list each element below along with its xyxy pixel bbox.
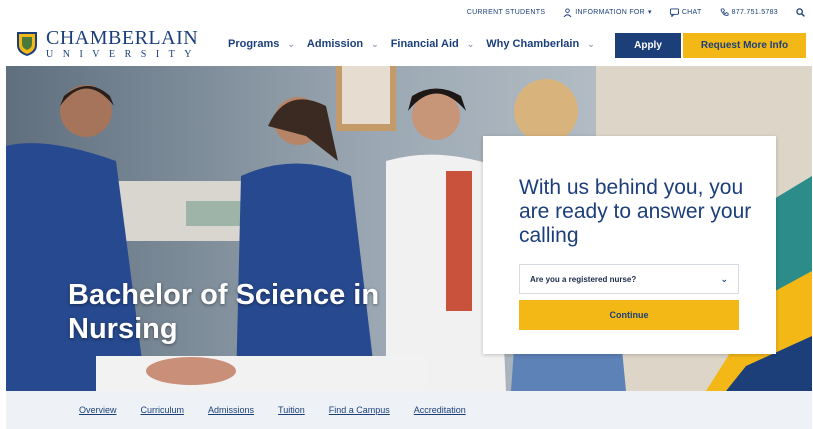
subnav-admissions[interactable]: Admissions [208,405,254,415]
search-button[interactable] [796,7,805,17]
chamberlain-logo[interactable]: CHAMBERLAIN UNIVERSITY [16,28,201,60]
chevron-down-icon: ⌄ [287,38,295,49]
program-subnav: Overview Curriculum Admissions Tuition F… [6,391,812,429]
subnav-accreditation[interactable]: Accreditation [414,405,466,415]
chat-label: CHAT [681,8,702,16]
chat-link[interactable]: CHAT [669,7,702,17]
select-value: Are you a registered nurse? [530,274,637,284]
chevron-down-icon: ⌄ [720,273,728,284]
current-students-label: CURRENT STUDENTS [466,8,546,16]
main-header: CHAMBERLAIN UNIVERSITY Programs ⌄ Admiss… [0,24,813,66]
nav-why-chamberlain-label: Why Chamberlain [486,38,580,50]
subnav-overview[interactable]: Overview [79,405,117,415]
person-icon [563,7,572,17]
registered-nurse-select[interactable]: Are you a registered nurse? ⌄ [519,264,739,294]
subnav-tuition[interactable]: Tuition [278,405,305,415]
subnav-curriculum[interactable]: Curriculum [141,405,185,415]
card-heading: With us behind you, you are ready to ans… [519,176,752,247]
search-icon [796,7,805,17]
subnav-find-a-campus[interactable]: Find a Campus [329,405,390,415]
crest-icon [17,32,37,56]
nav-programs[interactable]: Programs ⌄ [228,38,295,50]
request-more-info-button[interactable]: Request More Info [683,33,806,58]
logo-name: CHAMBERLAIN [46,27,199,49]
nav-why-chamberlain[interactable]: Why Chamberlain ⌄ [486,38,594,50]
phone-icon [720,7,729,16]
hero-banner: Bachelor of Science in Nursing With us b… [6,66,812,391]
phone-link[interactable]: 877.751.5783 [720,7,778,17]
phone-number: 877.751.5783 [731,8,778,16]
hero-title: Bachelor of Science in Nursing [68,279,380,345]
information-for-label: INFORMATION FOR [575,8,645,16]
main-nav: Programs ⌄ Admission ⌄ Financial Aid ⌄ W… [228,38,607,50]
nav-admission-label: Admission [306,38,364,50]
nav-programs-label: Programs [228,38,280,50]
program-card: With us behind you, you are ready to ans… [483,136,776,354]
chevron-down-icon: ⌄ [371,38,379,49]
chevron-down-icon: ⌄ [587,38,595,49]
utility-bar: CURRENT STUDENTS INFORMATION FOR ▾ CHAT … [0,0,813,24]
nav-financial-aid[interactable]: Financial Aid ⌄ [391,38,475,50]
chat-icon [669,7,679,17]
current-students-link[interactable]: CURRENT STUDENTS [467,9,546,16]
caret-down-icon: ▾ [648,9,652,16]
chevron-down-icon: ⌄ [466,38,475,49]
nav-financial-aid-label: Financial Aid [390,38,459,50]
logo-subtitle: UNIVERSITY [46,49,201,60]
information-for-dropdown[interactable]: INFORMATION FOR ▾ [563,7,652,17]
continue-button[interactable]: Continue [519,300,739,330]
nav-admission[interactable]: Admission ⌄ [307,38,379,50]
apply-button[interactable]: Apply [615,33,681,58]
